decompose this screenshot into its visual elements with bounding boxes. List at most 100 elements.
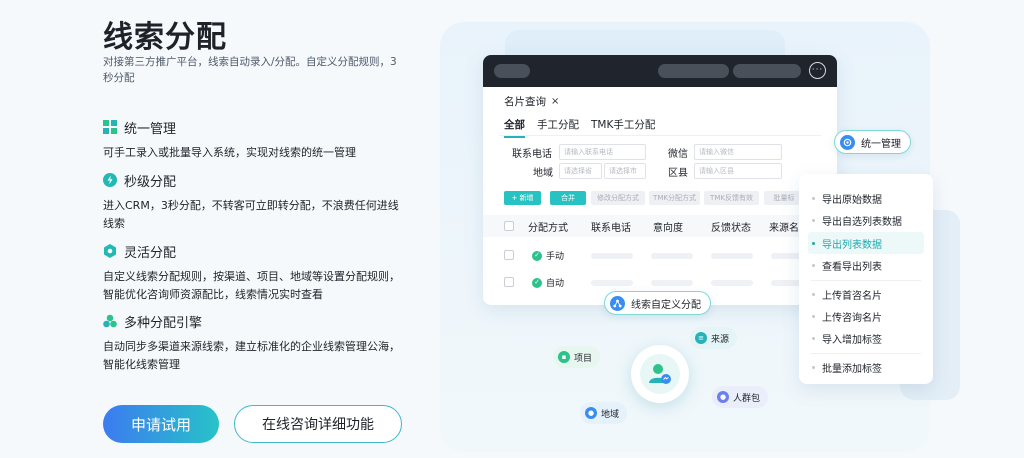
feature-title: 多种分配引擎 (124, 315, 203, 331)
feature-unified: 统一管理 可手工录入或批量导入系统，实现对线索的统一管理 (103, 118, 403, 162)
placeholder-bar (651, 253, 693, 259)
add-button[interactable]: + 新增 (504, 191, 541, 205)
sub-tabs: 全部 手工分配 TMK手工分配 (504, 117, 655, 138)
target-icon (840, 134, 855, 150)
chip-label: 人群包 (733, 393, 761, 404)
feature-desc: 可手工录入或批量导入系统，实现对线索的统一管理 (103, 146, 356, 159)
folder-icon: ▪ (558, 351, 570, 363)
tab-label: 名片查询 (504, 96, 546, 108)
chip-source: ≡ 来源 (690, 327, 738, 349)
page-title: 线索分配 (103, 20, 227, 55)
chip-crowd: ● 人群包 (712, 386, 769, 408)
feature-title: 灵活分配 (124, 245, 177, 261)
close-icon[interactable]: × (551, 96, 559, 107)
batch-tag-button[interactable]: 批量标 (764, 191, 804, 205)
hexagon-icon (103, 244, 117, 258)
tab-card-query[interactable]: 名片查询 × (504, 94, 559, 109)
city-select[interactable]: 请选择市 (604, 163, 646, 179)
divider (811, 353, 921, 354)
unified-badge: 统一管理 (834, 130, 911, 154)
column-header: 分配方式 (528, 223, 568, 234)
lightning-icon (103, 173, 117, 187)
district-input[interactable]: 请输入区县 (694, 163, 782, 179)
wechat-input[interactable]: 请输入微信 (694, 144, 782, 160)
feature-flexible: 灵活分配 自定义线索分配规则，按渠道、项目、地域等设置分配规则，智能优化咨询师资… (103, 242, 403, 304)
tmk-method-button[interactable]: TMK分配方式 (649, 191, 700, 205)
menu-item-export-custom[interactable]: 导出自选列表数据 (808, 209, 924, 231)
wechat-label: 微信 (668, 149, 688, 160)
menu-item-export-raw[interactable]: 导出原始数据 (808, 187, 924, 209)
method-cell: ✓ 自动 (532, 276, 564, 289)
consult-button[interactable]: 在线咨询详细功能 (234, 405, 402, 443)
chip-label: 项目 (574, 353, 593, 364)
row-checkbox[interactable] (504, 250, 514, 260)
custom-rule-badge: 线索自定义分配 (604, 291, 711, 315)
placeholder-bar (651, 280, 693, 286)
menu-item-upload-first[interactable]: 上传首咨名片 (808, 283, 924, 305)
network-icon (610, 295, 625, 311)
column-header: 来源名 (769, 223, 799, 234)
window-titlebar: ··· (483, 55, 837, 87)
feature-title: 统一管理 (124, 121, 177, 137)
phone-label: 联系电话 (512, 149, 552, 160)
tmk-feedback-button[interactable]: TMK反馈有效 (704, 191, 759, 205)
placeholder-pill (658, 64, 729, 78)
feature-desc: 自动同步多渠道来源线索，建立标准化的企业线索管理公海，智能化线索管理 (103, 340, 400, 371)
feature-title: 秒级分配 (124, 174, 177, 190)
chip-label: 地域 (601, 409, 620, 420)
placeholder-bar (591, 280, 633, 286)
method-label: 手动 (546, 252, 565, 262)
divider (499, 135, 821, 136)
column-header: 意向度 (653, 223, 683, 234)
select-all-checkbox[interactable] (504, 221, 514, 231)
user-avatar-icon (640, 354, 680, 394)
tab-tmk-manual[interactable]: TMK手工分配 (591, 117, 655, 132)
placeholder-pill (733, 64, 801, 78)
feature-desc: 自定义线索分配规则，按渠道、项目、地域等设置分配规则，智能优化咨询师资源配比，线… (103, 270, 400, 301)
grid-icon (103, 120, 117, 134)
method-cell: ✓ 手动 (532, 249, 564, 262)
tab-all[interactable]: 全部 (504, 117, 525, 138)
lead-hub (631, 345, 689, 403)
chip-label: 来源 (711, 334, 730, 345)
cluster-icon (103, 314, 117, 328)
menu-item-import-tags[interactable]: 导入增加标签 (808, 327, 924, 349)
divider (811, 280, 921, 281)
menu-item-view-exports[interactable]: 查看导出列表 (808, 254, 924, 276)
placeholder-bar (591, 253, 633, 259)
chip-region: ● 地域 (580, 402, 628, 424)
export-menu: 导出原始数据 导出自选列表数据 导出列表数据 查看导出列表 上传首咨名片 上传咨… (799, 174, 933, 384)
badge-label: 线索自定义分配 (631, 299, 701, 311)
location-icon: ● (585, 407, 597, 419)
feature-engines: 多种分配引擎 自动同步多渠道来源线索，建立标准化的企业线索管理公海，智能化线索管… (103, 312, 403, 374)
placeholder-pill (494, 64, 530, 78)
merge-button[interactable]: 合并 (550, 191, 586, 205)
badge-label: 统一管理 (861, 138, 901, 150)
menu-item-batch-tags[interactable]: 批量添加标签 (808, 356, 924, 378)
menu-item-export-list[interactable]: 导出列表数据 (808, 232, 924, 254)
more-icon[interactable]: ··· (809, 62, 826, 79)
phone-input[interactable]: 请输入联系电话 (559, 144, 646, 160)
placeholder-bar (711, 253, 753, 259)
check-icon: ✓ (532, 250, 542, 261)
column-header: 联系电话 (591, 223, 631, 234)
district-label: 区县 (668, 168, 688, 179)
feature-fast: 秒级分配 进入CRM，3秒分配，不转客可立即转分配，不浪费任何进线线索 (103, 171, 403, 233)
feature-desc: 进入CRM，3秒分配，不转客可立即转分配，不浪费任何进线线索 (103, 199, 399, 230)
province-select[interactable]: 请选择省 (559, 163, 602, 179)
menu-item-upload-consult[interactable]: 上传咨询名片 (808, 305, 924, 327)
crm-window: ··· 名片查询 × 全部 手工分配 TMK手工分配 联系电话 请输入联系电话 … (483, 55, 837, 305)
apply-trial-button[interactable]: 申请试用 (103, 405, 219, 443)
placeholder-bar (711, 280, 753, 286)
layers-icon: ≡ (695, 332, 707, 344)
method-label: 自动 (546, 279, 565, 289)
tab-manual[interactable]: 手工分配 (537, 117, 579, 132)
row-checkbox[interactable] (504, 277, 514, 287)
page-subtitle: 对接第三方推广平台，线索自动录入/分配。自定义分配规则，3秒分配 (103, 56, 397, 84)
column-header: 反馈状态 (711, 223, 751, 234)
chip-project: ▪ 项目 (553, 346, 601, 368)
people-icon: ● (717, 391, 729, 403)
check-icon: ✓ (532, 277, 542, 288)
modify-method-button[interactable]: 修改分配方式 (591, 191, 645, 205)
region-label: 地域 (533, 168, 553, 179)
